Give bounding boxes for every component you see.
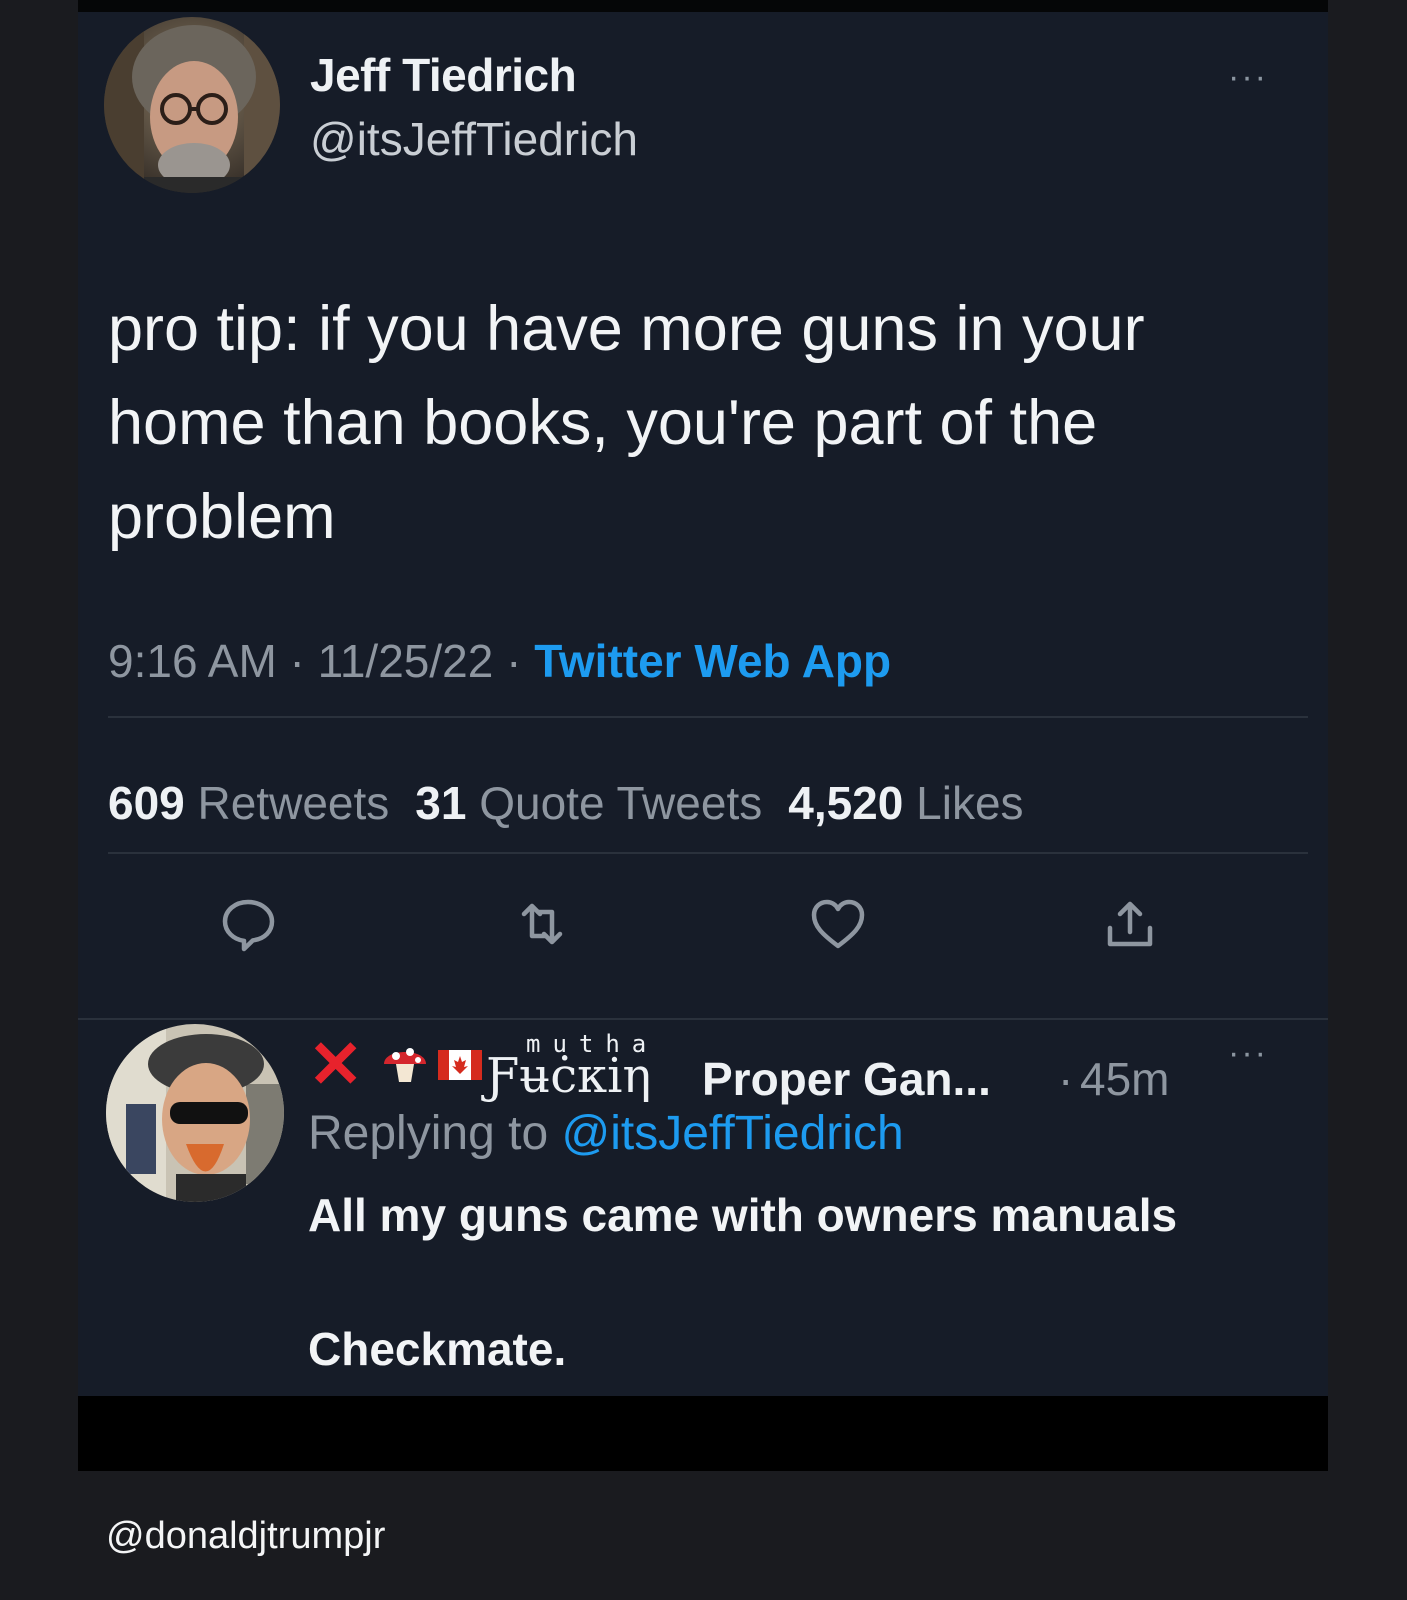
reply-text-line1: All my guns came with owners manuals <box>308 1189 1178 1241</box>
time-separator: · <box>1058 1053 1074 1105</box>
credit-caption: @donaldjtrumpjr <box>106 1515 386 1557</box>
retweets-stat[interactable]: 609 Retweets <box>108 777 389 829</box>
top-black-bar <box>78 0 1328 12</box>
quotes-count: 31 <box>415 777 467 829</box>
replying-to: Replying to @itsJeffTiedrich <box>308 1106 904 1161</box>
reply-avatar[interactable] <box>106 1024 284 1202</box>
like-icon[interactable] <box>806 892 870 956</box>
likes-label: Likes <box>916 777 1024 829</box>
reply-time[interactable]: 45m <box>1080 1052 1169 1106</box>
author-avatar[interactable] <box>104 17 280 193</box>
tweet-meta: 9:16 AM · 11/25/22 · Twitter Web App <box>108 634 891 688</box>
canada-flag-emoji <box>438 1050 482 1085</box>
tweet-stats: 609 Retweets 31 Quote Tweets 4,520 Likes <box>108 776 1024 830</box>
tweet-card: Jeff Tiedrich @itsJeffTiedrich ··· pro t… <box>78 12 1328 1396</box>
share-icon[interactable] <box>1098 892 1162 956</box>
quotes-stat[interactable]: 31 Quote Tweets <box>415 777 762 829</box>
replying-handle[interactable]: @itsJeffTiedrich <box>561 1107 903 1160</box>
divider <box>108 716 1308 718</box>
likes-count: 4,520 <box>788 777 904 829</box>
quotes-label: Quote Tweets <box>479 777 763 829</box>
bottom-black-bar <box>78 1396 1328 1471</box>
name-rest: Proper Gan... <box>702 1053 991 1105</box>
retweets-count: 609 <box>108 777 185 829</box>
reply-separator <box>78 1018 1328 1020</box>
tweet-time[interactable]: 9:16 AM <box>108 635 277 687</box>
divider <box>108 852 1308 854</box>
more-options-icon[interactable]: ··· <box>1228 58 1268 97</box>
reply-icon[interactable] <box>216 892 280 956</box>
name-fancy-word: Ƒʉċкiη <box>486 1048 652 1104</box>
red-x-emoji: ✕ <box>308 1027 364 1101</box>
meta-separator: · <box>276 635 318 687</box>
author-handle[interactable]: @itsJeffTiedrich <box>310 112 638 166</box>
tweet-text: pro tip: if you have more guns in your h… <box>108 294 1145 552</box>
meta-separator: · <box>493 635 535 687</box>
author-name[interactable]: Jeff Tiedrich <box>310 48 577 102</box>
retweet-icon[interactable] <box>510 892 574 956</box>
retweets-label: Retweets <box>197 777 390 829</box>
tweet-date[interactable]: 11/25/22 <box>318 635 494 687</box>
reply-text-line2: Checkmate. <box>308 1323 567 1375</box>
mushroom-emoji <box>380 1038 430 1093</box>
likes-stat[interactable]: 4,520 Likes <box>788 777 1023 829</box>
reply-more-options-icon[interactable]: ··· <box>1228 1034 1268 1073</box>
replying-label: Replying to <box>308 1107 549 1160</box>
tweet-source[interactable]: Twitter Web App <box>534 635 891 687</box>
